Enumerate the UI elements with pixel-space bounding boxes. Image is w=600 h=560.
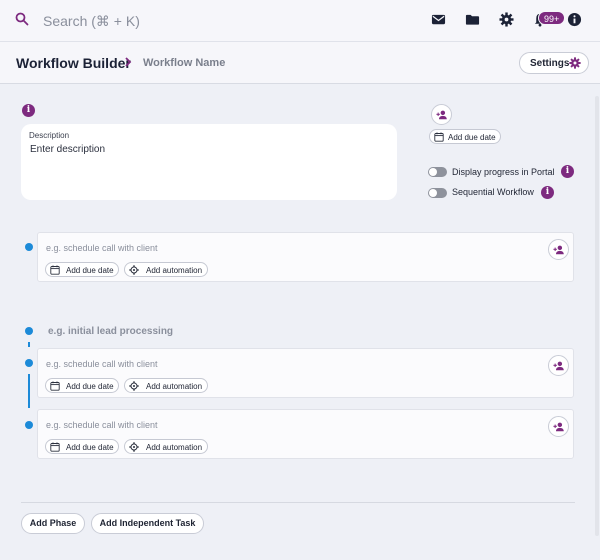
page-header: Workflow Builder Workflow Name bbox=[0, 42, 600, 84]
description-placeholder: Enter description bbox=[30, 144, 106, 155]
phase-task-card[interactable]: e.g. schedule call with client Add due d… bbox=[37, 409, 574, 459]
scrollbar[interactable] bbox=[595, 96, 599, 536]
add-user-icon bbox=[553, 361, 564, 371]
assign-user-button[interactable] bbox=[548, 355, 569, 376]
sequential-workflow-toggle[interactable] bbox=[428, 188, 447, 198]
divider bbox=[21, 502, 575, 503]
assign-user-button[interactable] bbox=[548, 416, 569, 437]
task-name-input[interactable]: e.g. schedule call with client bbox=[46, 359, 158, 369]
add-automation-label: Add automation bbox=[146, 382, 203, 391]
search-icon[interactable] bbox=[15, 12, 29, 26]
workflow-due-date-button[interactable]: Add due date bbox=[429, 129, 501, 144]
add-automation-button[interactable]: Add automation bbox=[124, 262, 208, 277]
description-field[interactable]: Description Enter description bbox=[21, 124, 397, 200]
gear-icon[interactable] bbox=[499, 12, 514, 27]
info-icon[interactable] bbox=[567, 12, 582, 27]
phase-bullet bbox=[25, 327, 33, 335]
description-label: Description bbox=[29, 131, 70, 140]
add-due-date-button[interactable]: Add due date bbox=[45, 378, 119, 393]
add-due-date-label: Add due date bbox=[66, 266, 114, 275]
settings-button-label: Settings bbox=[530, 58, 570, 69]
task-card[interactable]: e.g. schedule call with client Add due d… bbox=[37, 232, 574, 282]
add-due-date-button[interactable]: Add due date bbox=[45, 439, 119, 454]
calendar-icon bbox=[50, 265, 60, 275]
display-progress-toggle[interactable] bbox=[428, 167, 447, 177]
display-progress-info-icon[interactable]: i bbox=[561, 165, 574, 178]
add-automation-label: Add automation bbox=[146, 443, 203, 452]
display-progress-label: Display progress in Portal bbox=[452, 167, 555, 177]
settings-button[interactable]: Settings bbox=[519, 52, 589, 74]
calendar-icon bbox=[434, 132, 444, 142]
description-info-icon[interactable]: i bbox=[22, 104, 35, 117]
assign-user-button[interactable] bbox=[548, 239, 569, 260]
task-bullet bbox=[25, 359, 33, 367]
task-bullet bbox=[25, 243, 33, 251]
sequential-workflow-label: Sequential Workflow bbox=[452, 187, 534, 197]
workflow-name[interactable]: Workflow Name bbox=[143, 57, 225, 69]
phase-connector bbox=[28, 374, 30, 408]
add-automation-label: Add automation bbox=[146, 266, 203, 275]
add-due-date-label: Add due date bbox=[66, 443, 114, 452]
settings-gear-icon bbox=[569, 57, 581, 69]
search-input[interactable]: Search (⌘ + K) bbox=[43, 13, 140, 30]
add-due-date-label: Add due date bbox=[66, 382, 114, 391]
mail-icon[interactable] bbox=[431, 12, 446, 27]
phase-name-input[interactable]: e.g. initial lead processing bbox=[48, 326, 173, 337]
add-user-icon bbox=[553, 245, 564, 255]
top-bar: Search (⌘ + K) 99+ bbox=[0, 0, 600, 42]
assign-user-button[interactable] bbox=[431, 104, 452, 125]
phase-task-card[interactable]: e.g. schedule call with client Add due d… bbox=[37, 348, 574, 398]
workflow-due-date-label: Add due date bbox=[448, 133, 496, 142]
add-phase-button[interactable]: Add Phase bbox=[21, 513, 85, 534]
add-automation-button[interactable]: Add automation bbox=[124, 439, 208, 454]
calendar-icon bbox=[50, 381, 60, 391]
task-bullet bbox=[25, 421, 33, 429]
calendar-icon bbox=[50, 442, 60, 452]
automation-icon bbox=[129, 442, 139, 452]
add-independent-task-button[interactable]: Add Independent Task bbox=[91, 513, 204, 534]
phase-connector bbox=[28, 342, 30, 347]
automation-icon bbox=[129, 381, 139, 391]
add-user-icon bbox=[553, 422, 564, 432]
folder-icon[interactable] bbox=[465, 12, 480, 27]
task-name-input[interactable]: e.g. schedule call with client bbox=[46, 420, 158, 430]
add-automation-button[interactable]: Add automation bbox=[124, 378, 208, 393]
add-due-date-button[interactable]: Add due date bbox=[45, 262, 119, 277]
task-name-input[interactable]: e.g. schedule call with client bbox=[46, 243, 158, 253]
notification-badge: 99+ bbox=[538, 11, 566, 25]
automation-icon bbox=[129, 265, 139, 275]
sequential-workflow-info-icon[interactable]: i bbox=[541, 186, 554, 199]
page-title: Workflow Builder bbox=[16, 55, 131, 71]
add-user-icon bbox=[436, 110, 447, 120]
chevron-right-icon bbox=[123, 57, 133, 67]
